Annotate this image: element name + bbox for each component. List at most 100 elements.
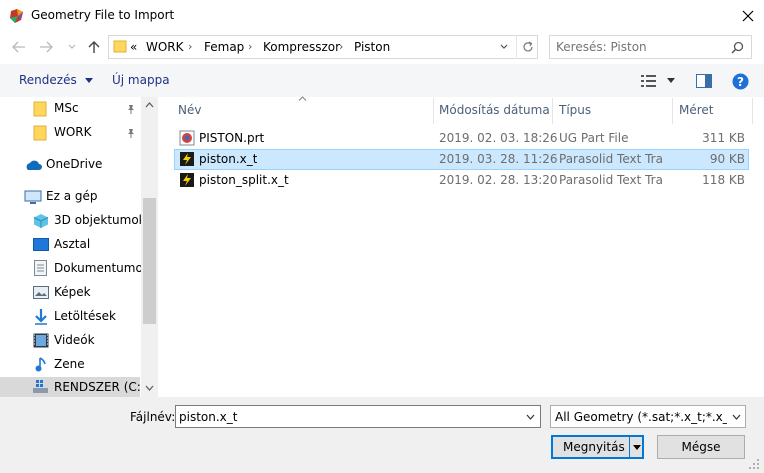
sidebar-item-music[interactable]: Zene [0,353,140,377]
sidebar-item-label: Zene [54,357,85,371]
window-title: Geometry File to Import [31,8,175,22]
sidebar-item-msc[interactable]: MSc [0,97,140,121]
address-history-button[interactable] [493,35,515,59]
file-date: 2019. 03. 28. 11:26 [439,152,558,166]
column-header-size[interactable]: Méret [679,103,714,117]
new-folder-button[interactable]: Új mappa [112,73,170,87]
breadcrumb-kompresszor[interactable]: Kompresszor [263,40,340,54]
femap-app-icon [9,8,25,24]
scroll-up-icon [145,102,154,108]
column-divider[interactable] [752,98,753,124]
column-header-type[interactable]: Típus [559,103,591,117]
file-type: Parasolid Text Tra... [559,152,664,166]
back-button[interactable] [10,38,28,56]
computer-icon [24,190,42,204]
file-date: 2019. 02. 03. 18:26 [439,131,558,145]
svg-text:?: ? [737,75,744,89]
pin-icon [128,129,134,138]
column-header-name[interactable]: Név [178,103,201,117]
resize-grip-icon[interactable] [748,458,760,470]
onedrive-icon [26,160,42,170]
music-icon [35,357,46,372]
forward-button[interactable] [37,38,55,56]
sidebar-item-label: Letöltések [54,309,116,323]
breadcrumb-piston[interactable]: Piston [354,40,390,54]
chevron-down-icon [526,414,535,420]
sidebar-item-label: Képek [54,285,91,299]
sidebar-item-videos[interactable]: Videók [0,329,140,353]
chevron-down-icon [68,44,76,49]
downloads-icon [35,309,47,325]
file-row-piston-x-t[interactable]: piston.x_t 2019. 03. 28. 11:26 Parasolid… [174,149,749,170]
3d-objects-icon [33,214,49,228]
search-input[interactable] [556,40,726,54]
breadcrumb-overflow[interactable]: « [130,40,137,54]
file-type-filter[interactable]: All Geometry (*.sat;*.x_t;*.x_b;*.igs [550,405,746,428]
preview-pane-button[interactable] [696,74,712,88]
forward-arrow-icon [40,41,53,53]
sidebar-item-label: WORK [54,125,92,139]
sidebar-item-this-pc[interactable]: Ez a gép [0,185,140,209]
filename-input[interactable] [179,410,509,424]
view-options-button[interactable] [641,73,677,89]
list-view-icon [641,75,656,87]
sidebar-item-downloads[interactable]: Letöltések [0,305,140,329]
help-button[interactable]: ? [732,73,749,90]
file-name: piston.x_t [199,152,258,166]
filename-label: Fájlnév: [130,410,176,424]
file-type: UG Part File [559,131,629,145]
filename-combobox[interactable] [175,405,541,428]
breadcrumb-femap[interactable]: Femap [204,40,244,54]
file-type: Parasolid Text Tra... [559,173,664,187]
sidebar-item-desktop[interactable]: Asztal [0,233,140,257]
breadcrumb-separator[interactable]: › [188,40,192,53]
sidebar-item-system-drive[interactable]: RENDSZER (C:) [0,377,146,397]
file-row-piston-prt[interactable]: PISTON.prt 2019. 02. 03. 18:26 UG Part F… [174,128,749,149]
search-box[interactable] [549,35,752,59]
ug-part-file-icon [179,130,195,146]
scrollbar-thumb[interactable] [143,198,156,324]
file-size: 90 KB [709,152,745,166]
breadcrumb-work[interactable]: WORK [146,40,184,54]
sidebar-item-documents[interactable]: Dokumentumok [0,257,150,281]
column-divider[interactable] [552,98,553,124]
up-button[interactable] [85,38,103,56]
sidebar-item-work[interactable]: WORK [0,121,140,145]
parasolid-file-icon [180,173,194,187]
file-type-filter-value: All Geometry (*.sat;*.x_t;*.x_b;*.igs [555,410,727,424]
sidebar-item-label: Dokumentumok [54,261,150,275]
refresh-button[interactable] [516,35,538,59]
chevron-down-icon [667,78,675,83]
search-icon [731,41,744,54]
sidebar-item-label: MSc [54,101,79,115]
sidebar-item-3d-objects[interactable]: 3D objektumok [0,209,146,233]
column-divider[interactable] [433,98,434,124]
open-options-dropdown[interactable] [631,440,643,454]
videos-icon [33,333,49,348]
sidebar-item-label: Ez a gép [46,189,98,203]
column-header-date-modified[interactable]: Módosítás dátuma [439,103,550,117]
sidebar-item-label: OneDrive [46,157,103,171]
split-divider [629,437,630,457]
cancel-button[interactable]: Mégse [657,435,745,459]
scroll-down-icon [145,385,154,391]
file-row-piston-split-x-t[interactable]: piston_split.x_t 2019. 02. 28. 13:20 Par… [174,170,749,191]
organize-button[interactable]: Rendezés [19,73,93,87]
sidebar-item-label: Asztal [54,237,91,251]
sidebar-item-pictures[interactable]: Képek [0,281,140,305]
sidebar-item-onedrive[interactable]: OneDrive [0,153,140,177]
drive-icon [33,380,48,393]
column-divider[interactable] [672,98,673,124]
documents-icon [34,260,47,276]
close-icon [742,10,754,22]
breadcrumb-separator[interactable]: › [248,40,252,53]
sidebar-item-label: RENDSZER (C:) [54,380,146,394]
desktop-icon [33,238,49,251]
recent-locations-button[interactable] [63,38,81,56]
folder-icon [33,125,47,141]
close-button[interactable] [736,4,760,28]
breadcrumb-separator[interactable]: › [339,40,343,53]
pictures-icon [33,286,49,299]
parasolid-file-icon [180,152,194,166]
open-button[interactable]: Megnyitás [551,435,644,459]
